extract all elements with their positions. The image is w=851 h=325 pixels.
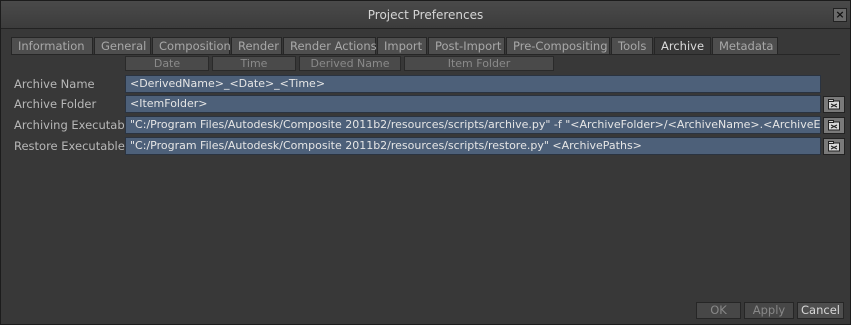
archive-folder-field[interactable]: <ItemFolder>	[125, 95, 821, 113]
tab-information[interactable]: Information	[11, 37, 93, 54]
folder-browse-icon	[828, 120, 840, 131]
token-buttons: Date Time Derived Name Item Folder	[125, 56, 557, 71]
folder-browse-icon	[828, 141, 840, 152]
tab-tools[interactable]: Tools	[611, 37, 653, 54]
tab-general[interactable]: General	[94, 37, 151, 54]
token-item-folder-button[interactable]: Item Folder	[404, 56, 554, 71]
tab-render[interactable]: Render	[231, 37, 282, 54]
archive-folder-label: Archive Folder	[14, 97, 97, 111]
archive-folder-browse-button[interactable]	[823, 96, 845, 113]
apply-button[interactable]: Apply	[744, 302, 794, 319]
folder-browse-icon	[828, 99, 840, 110]
token-time-button[interactable]: Time	[212, 56, 296, 71]
restore-executable-browse-button[interactable]	[823, 138, 845, 155]
tab-metadata[interactable]: Metadata	[712, 37, 778, 54]
project-preferences-dialog: Project Preferences × Information Genera…	[0, 0, 851, 325]
tab-post-import[interactable]: Post-Import	[428, 37, 505, 54]
archive-name-label: Archive Name	[14, 77, 95, 91]
restore-executable-label: Restore Executable	[14, 139, 125, 153]
tab-import[interactable]: Import	[377, 37, 427, 54]
window-title: Project Preferences	[367, 8, 484, 22]
title-bar[interactable]: Project Preferences ×	[1, 1, 850, 29]
archiving-executable-label: Archiving Executable	[14, 118, 135, 132]
token-derived-name-button[interactable]: Derived Name	[299, 56, 401, 71]
tab-bar: Information General Composition Render R…	[11, 37, 779, 55]
cancel-button[interactable]: Cancel	[797, 302, 844, 319]
tab-divider	[11, 54, 840, 55]
archive-name-field[interactable]: <DerivedName>_<Date>_<Time>	[125, 75, 821, 93]
dialog-footer: OK Apply Cancel	[693, 302, 844, 319]
tab-render-actions[interactable]: Render Actions	[283, 37, 377, 54]
tab-archive[interactable]: Archive	[654, 37, 711, 55]
archiving-executable-browse-button[interactable]	[823, 117, 845, 134]
tab-pre-compositing[interactable]: Pre-Compositing	[506, 37, 610, 54]
ok-button[interactable]: OK	[696, 302, 741, 319]
restore-executable-field[interactable]: "C:/Program Files/Autodesk/Composite 201…	[125, 137, 821, 155]
close-button[interactable]: ×	[833, 8, 847, 22]
tab-composition[interactable]: Composition	[152, 37, 231, 54]
archiving-executable-field[interactable]: "C:/Program Files/Autodesk/Composite 201…	[125, 116, 821, 134]
token-date-button[interactable]: Date	[125, 56, 209, 71]
